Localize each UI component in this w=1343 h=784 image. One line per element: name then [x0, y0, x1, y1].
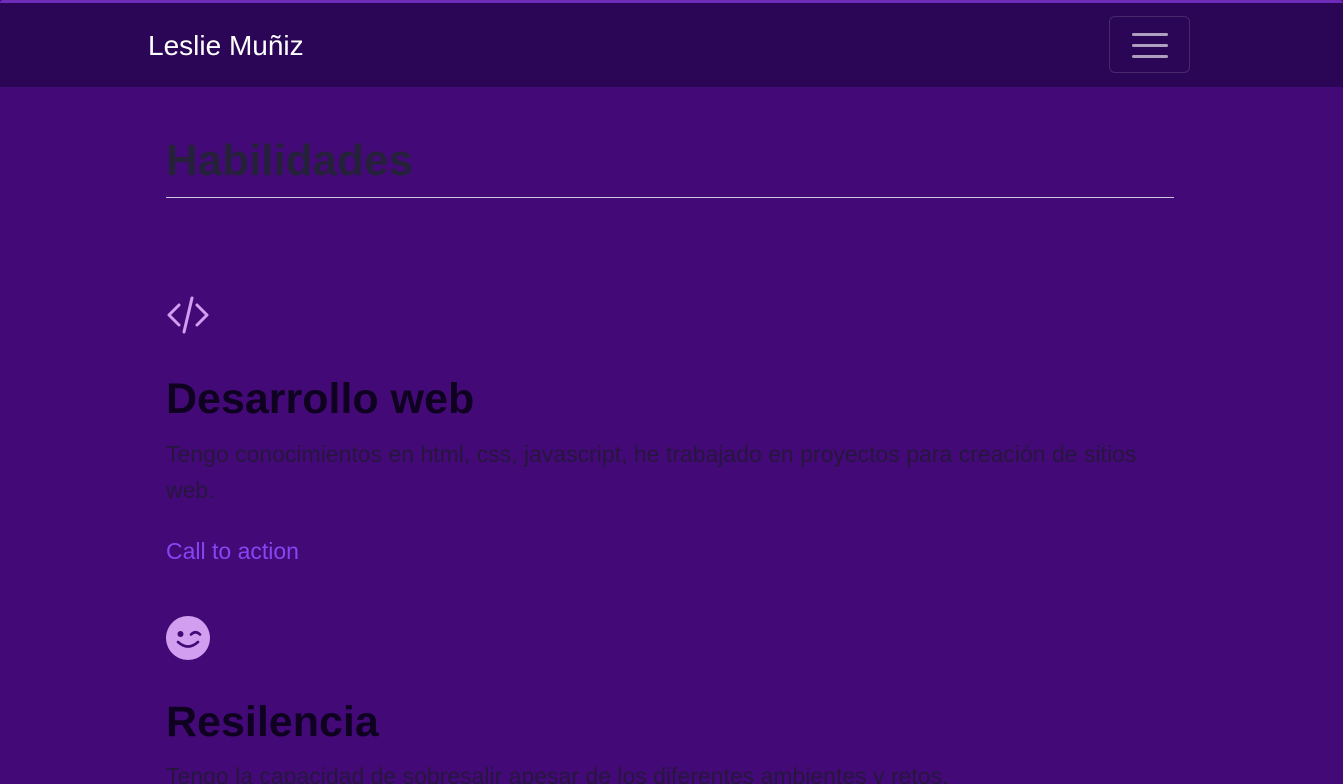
feature-description: Tengo conocimientos en html, css, javasc…: [166, 441, 1137, 503]
hamburger-menu-icon: [1132, 55, 1168, 58]
code-slash-icon: [166, 294, 210, 338]
feature-description: Tengo la capacidad de sobresalir apesar …: [166, 763, 949, 784]
hamburger-menu-icon: [1132, 33, 1168, 36]
hamburger-menu-icon: [1132, 44, 1168, 47]
section-divider: [166, 197, 1174, 198]
call-to-action-link[interactable]: Call to action: [166, 536, 299, 566]
section-title: Habilidades: [166, 136, 413, 185]
feature-title: Desarrollo web: [166, 375, 475, 423]
brand-link[interactable]: Leslie Muñiz: [148, 28, 304, 64]
menu-toggle-button[interactable]: [1109, 16, 1190, 73]
emoji-wink-icon: [166, 616, 210, 660]
feature-title: Resilencia: [166, 698, 379, 746]
navbar: Leslie Muñiz: [0, 3, 1343, 87]
page: Leslie Muñiz Habilidades Desarrollo web …: [0, 0, 1343, 784]
